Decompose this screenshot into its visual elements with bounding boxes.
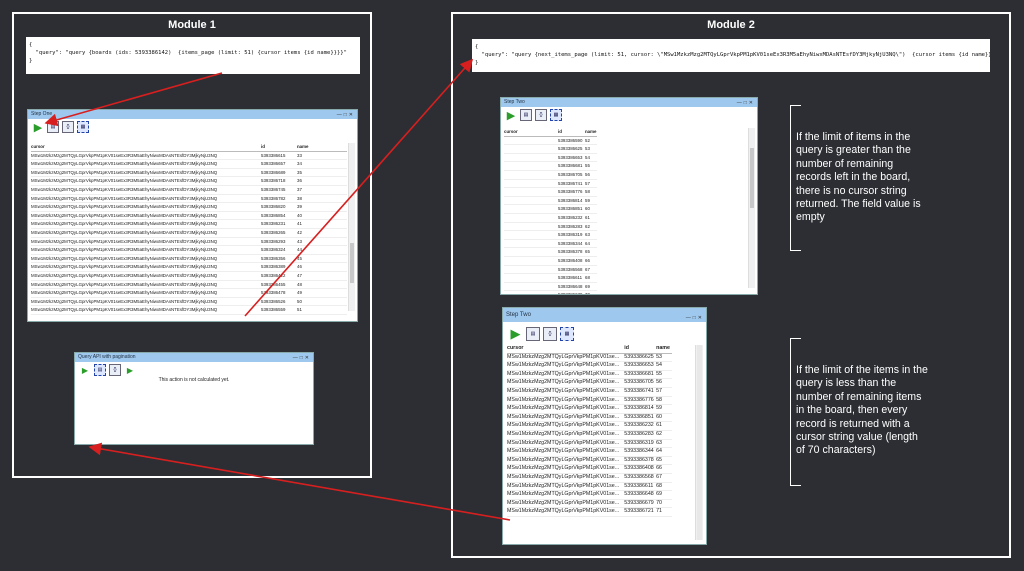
- arrow-step-one-to-module-2-query: [244, 58, 474, 317]
- flow-arrows: [44, 58, 511, 521]
- arrow-step-two-to-query-api: [88, 442, 511, 521]
- arrow-query-to-step-one: [44, 72, 223, 127]
